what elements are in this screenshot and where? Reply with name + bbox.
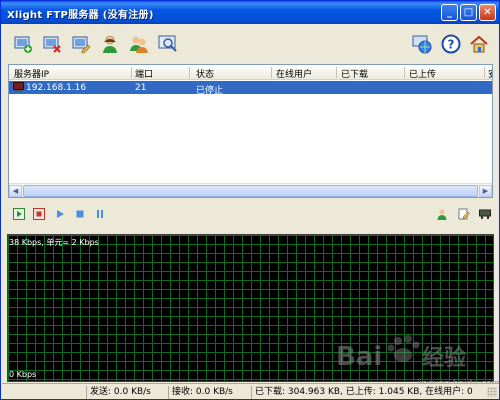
- scroll-left-button[interactable]: ◀: [9, 185, 22, 197]
- scrollbar-thumb[interactable]: [23, 185, 478, 197]
- column-header-online-users[interactable]: 在线用户: [276, 67, 312, 80]
- column-header-downloaded[interactable]: 已下载: [341, 67, 368, 80]
- column-divider: [404, 67, 405, 78]
- title-bar[interactable]: Xlight FTP服务器 (没有注册) _ □ ✕: [1, 1, 499, 24]
- column-header-status[interactable]: 状态: [196, 67, 214, 80]
- horizontal-scrollbar[interactable]: ◀ ▶: [9, 183, 492, 197]
- cell-status: 已停止: [196, 86, 224, 96]
- svg-text:Bai: Bai: [336, 342, 382, 372]
- network-icon[interactable]: [479, 208, 491, 220]
- stop-icon[interactable]: [33, 208, 45, 220]
- add-server-icon[interactable]: [13, 34, 33, 54]
- pause-icon[interactable]: [94, 208, 106, 220]
- column-header-port[interactable]: 端口: [135, 67, 153, 80]
- column-divider: [336, 67, 337, 78]
- column-header-security[interactable]: 安: [488, 67, 492, 80]
- table-row[interactable]: 192.168.1.16 21 已停止: [9, 81, 492, 96]
- internet-icon[interactable]: [412, 34, 432, 54]
- receive-rate: 接收: 0.0 KB/s: [168, 386, 248, 399]
- baidu-watermark-logo: Bai 经验: [336, 331, 486, 386]
- server-icon: [13, 82, 24, 96]
- server-table: 服务器IP 端口 状态 在线用户 已下载 已上传 安 192.168.1.16 …: [8, 64, 493, 198]
- stop-square-icon[interactable]: [74, 208, 86, 220]
- column-divider: [484, 67, 485, 78]
- play-icon[interactable]: [54, 208, 66, 220]
- cell-ip: 192.168.1.16: [26, 83, 87, 93]
- column-header-uploaded[interactable]: 已上传: [409, 67, 436, 80]
- help-icon[interactable]: ?: [441, 34, 461, 54]
- column-divider: [271, 67, 272, 78]
- help-glyph: ?: [448, 38, 455, 52]
- edit-icon[interactable]: [458, 208, 470, 220]
- monitor-icon[interactable]: [158, 34, 178, 54]
- cell-port: 21: [135, 83, 147, 93]
- send-rate: 发送: 0.0 KB/s: [86, 386, 166, 399]
- user-group-icon[interactable]: [129, 34, 149, 54]
- window-title: Xlight FTP服务器 (没有注册): [7, 10, 154, 21]
- graph-scale-label: 38 Kbps, 单元= 2 Kbps: [9, 238, 99, 247]
- transfer-totals: 已下载: 304.963 KB, 已上传: 1.045 KB, 在线用户: 0: [251, 386, 491, 399]
- home-icon[interactable]: [469, 34, 489, 54]
- control-bar: [2, 204, 499, 224]
- toolbar: ?: [2, 24, 499, 62]
- main-window: Xlight FTP服务器 (没有注册) _ □ ✕ ? 服务器IP 端口 状态…: [0, 0, 500, 400]
- scroll-right-button[interactable]: ▶: [479, 185, 492, 197]
- column-divider: [189, 67, 190, 78]
- table-header: 服务器IP 端口 状态 在线用户 已下载 已上传 安: [9, 65, 492, 80]
- close-button[interactable]: ✕: [479, 4, 496, 21]
- graph-zero-label: 0 Kbps: [9, 370, 37, 379]
- maximize-button[interactable]: □: [460, 4, 477, 21]
- minimize-button[interactable]: _: [441, 4, 458, 21]
- resize-grip[interactable]: [487, 387, 497, 397]
- user-icon[interactable]: [100, 34, 120, 54]
- column-header-ip[interactable]: 服务器IP: [14, 67, 49, 80]
- start-icon[interactable]: [13, 208, 25, 220]
- edit-server-icon[interactable]: [71, 34, 91, 54]
- svg-text:经验: 经验: [422, 345, 466, 371]
- user-icon[interactable]: [436, 208, 448, 220]
- status-bar: 发送: 0.0 KB/s 接收: 0.0 KB/s 已下载: 304.963 K…: [2, 383, 499, 399]
- delete-server-icon[interactable]: [42, 34, 62, 54]
- column-divider: [131, 67, 132, 78]
